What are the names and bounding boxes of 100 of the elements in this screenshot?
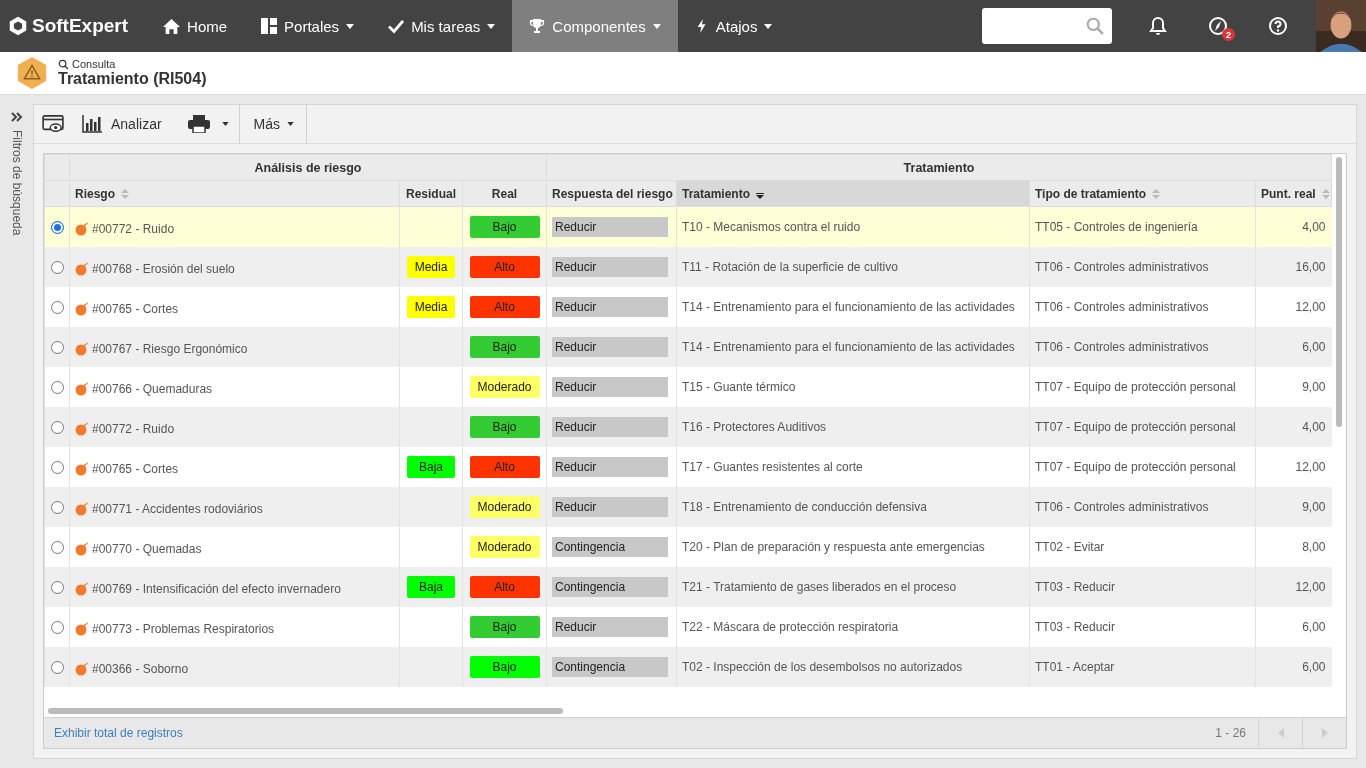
table-cell: 9,00 bbox=[1302, 499, 1326, 514]
page-title: Tratamiento (RI504) bbox=[58, 70, 207, 88]
analyze-button[interactable]: Analizar bbox=[72, 105, 172, 143]
row-radio-button[interactable] bbox=[50, 420, 64, 434]
table-cell: TT03 - Reducir bbox=[1035, 619, 1116, 634]
nav-menu-item[interactable]: Portales bbox=[244, 0, 372, 52]
table-cell: TT07 - Equipo de protección personal bbox=[1035, 379, 1236, 394]
nav-menu-item[interactable]: Componentes bbox=[512, 0, 678, 52]
nav-menu-item[interactable]: Atajos bbox=[677, 0, 790, 52]
response-tag: Contingencia bbox=[552, 536, 668, 557]
breadcrumb-text: Consulta bbox=[72, 58, 116, 70]
level-badge: Bajo bbox=[469, 415, 540, 438]
level-badge: Alto bbox=[469, 255, 540, 278]
bomb-icon bbox=[75, 221, 89, 236]
column-group-header: Tratamiento bbox=[546, 154, 1332, 181]
expand-icon[interactable] bbox=[10, 112, 23, 122]
compass-icon[interactable] bbox=[1208, 16, 1228, 36]
table-cell: T14 - Entrenamiento para el funcionamiento de las actividades bbox=[682, 299, 1015, 314]
bomb-icon bbox=[75, 461, 89, 476]
window-eye-icon[interactable] bbox=[42, 115, 64, 133]
column-header[interactable]: Riesgo bbox=[69, 180, 400, 207]
show-total-records-link[interactable]: Exhibir total de registros bbox=[44, 726, 183, 740]
table-cell: 4,00 bbox=[1302, 419, 1326, 434]
column-header[interactable]: Tratamiento bbox=[676, 180, 1030, 207]
table-cell: #00767 - Riesgo Ergonómico bbox=[92, 341, 248, 356]
row-radio-button[interactable] bbox=[50, 380, 64, 394]
row-radio-button[interactable] bbox=[50, 460, 64, 474]
search-filters-tab[interactable]: Filtros de búsqueda bbox=[9, 130, 24, 236]
level-badge: Alto bbox=[469, 455, 540, 478]
vertical-scrollbar[interactable] bbox=[1336, 157, 1342, 427]
sort-icon bbox=[121, 189, 129, 200]
table-cell: #00772 - Ruido bbox=[92, 421, 175, 436]
notification-badge: 2 bbox=[1222, 28, 1235, 41]
table-cell: 6,00 bbox=[1302, 619, 1326, 634]
printer-icon bbox=[187, 115, 210, 133]
left-arrow-icon bbox=[1277, 728, 1284, 738]
response-tag: Reducir bbox=[552, 296, 668, 317]
bomb-icon bbox=[75, 301, 89, 316]
table-cell: TT01 - Aceptar bbox=[1035, 659, 1115, 674]
row-radio-button[interactable] bbox=[50, 260, 64, 274]
more-button[interactable]: Más bbox=[239, 105, 308, 143]
row-radio-button[interactable] bbox=[50, 540, 64, 554]
column-header[interactable]: Respuesta del riesgo bbox=[546, 180, 677, 207]
column-header[interactable]: Tipo de tratamiento bbox=[1029, 180, 1256, 207]
nav-menu-item[interactable]: Mis tareas bbox=[371, 0, 513, 52]
caret-icon bbox=[346, 23, 355, 29]
row-radio-button[interactable] bbox=[50, 660, 64, 674]
table-cell: TT05 - Controles de ingeniería bbox=[1035, 219, 1198, 234]
right-arrow-icon bbox=[1321, 728, 1328, 738]
caret-icon bbox=[764, 23, 773, 29]
response-tag: Reducir bbox=[552, 616, 668, 637]
table-cell: T15 - Guante térmico bbox=[682, 379, 796, 394]
table-cell: TT02 - Evitar bbox=[1035, 539, 1105, 554]
bomb-icon bbox=[75, 541, 89, 556]
help-icon[interactable] bbox=[1268, 16, 1288, 36]
level-badge: Alto bbox=[469, 575, 540, 598]
level-badge: Bajo bbox=[469, 215, 540, 238]
caret-icon bbox=[221, 122, 229, 126]
response-tag: Reducir bbox=[552, 416, 668, 437]
response-tag: Reducir bbox=[552, 216, 668, 237]
table-cell: 8,00 bbox=[1302, 539, 1326, 554]
column-header[interactable]: Real bbox=[462, 180, 547, 207]
bell-icon[interactable] bbox=[1148, 16, 1168, 36]
response-tag: Reducir bbox=[552, 456, 668, 477]
table-cell: 6,00 bbox=[1302, 339, 1326, 354]
row-radio-button[interactable] bbox=[50, 500, 64, 514]
bar-chart-icon bbox=[82, 115, 102, 133]
row-radio-button[interactable] bbox=[50, 620, 64, 634]
table-cell: 9,00 bbox=[1302, 379, 1326, 394]
row-radio-button[interactable] bbox=[50, 300, 64, 314]
table-cell: 4,00 bbox=[1302, 219, 1326, 234]
table-cell: #00765 - Cortes bbox=[92, 301, 179, 316]
table-cell: TT07 - Equipo de protección personal bbox=[1035, 419, 1236, 434]
level-badge: Alto bbox=[469, 295, 540, 318]
level-badge: Baja bbox=[407, 575, 455, 598]
table-cell: #00772 - Ruido bbox=[92, 221, 175, 236]
response-tag: Reducir bbox=[552, 256, 668, 277]
response-tag: Contingencia bbox=[552, 576, 668, 597]
level-badge: Bajo bbox=[469, 655, 540, 678]
row-radio-button[interactable] bbox=[50, 220, 64, 234]
row-radio-button[interactable] bbox=[50, 340, 64, 354]
level-badge: Moderado bbox=[469, 375, 540, 398]
bomb-icon bbox=[75, 261, 89, 276]
table-cell: TT06 - Controles administrativos bbox=[1035, 259, 1209, 274]
level-badge: Moderado bbox=[469, 535, 540, 558]
column-header[interactable]: Punt. real bbox=[1255, 180, 1332, 207]
nav-menu-item[interactable]: Home bbox=[146, 0, 245, 52]
bomb-icon bbox=[75, 581, 89, 596]
table-cell: TT06 - Controles administrativos bbox=[1035, 299, 1209, 314]
response-tag: Reducir bbox=[552, 336, 668, 357]
table-cell: 6,00 bbox=[1302, 659, 1326, 674]
caret-icon bbox=[287, 122, 295, 126]
level-badge: Media bbox=[407, 255, 455, 278]
search-icon bbox=[1086, 17, 1104, 35]
search-field[interactable] bbox=[982, 8, 1112, 44]
row-radio-button[interactable] bbox=[50, 580, 64, 594]
brand-name: SoftExpert bbox=[32, 15, 129, 37]
table-cell: T16 - Protectores Auditivos bbox=[682, 419, 827, 434]
table-cell: #00766 - Quemaduras bbox=[92, 381, 213, 396]
horizontal-scrollbar[interactable] bbox=[48, 708, 563, 714]
